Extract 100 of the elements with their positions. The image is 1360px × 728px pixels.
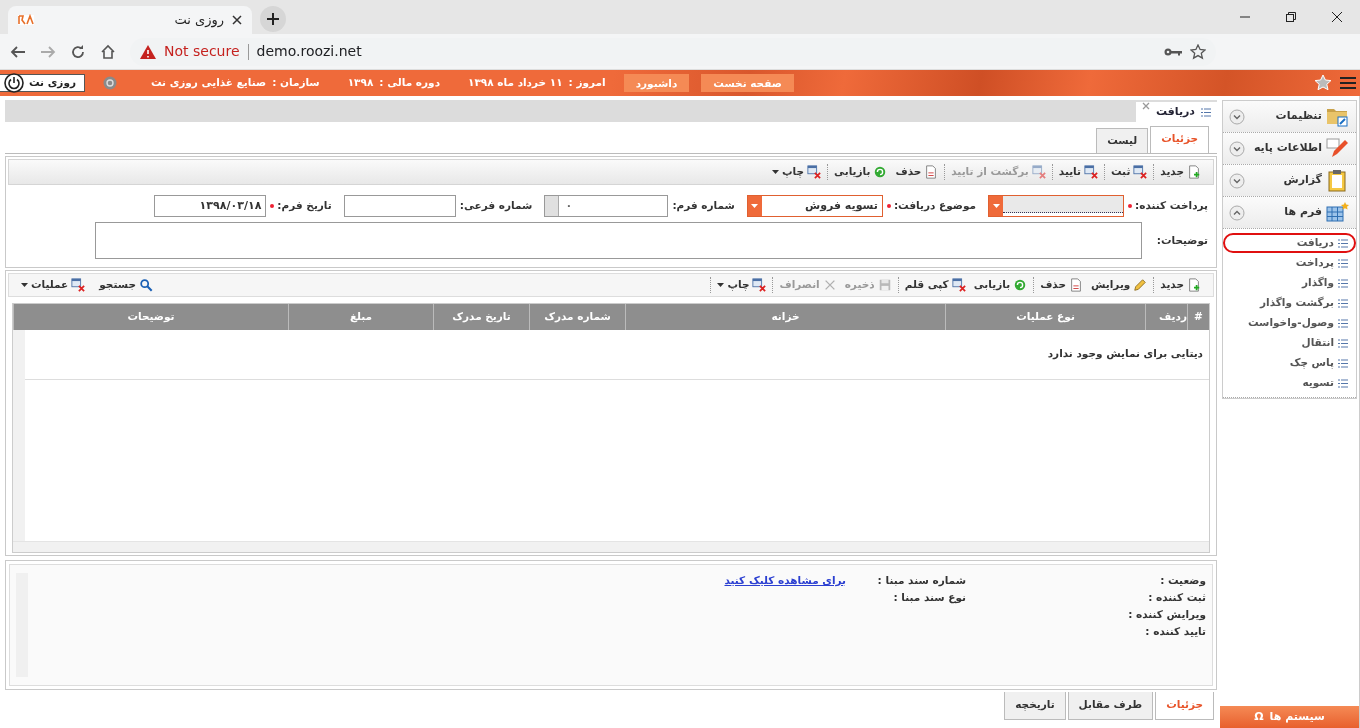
status-button[interactable] xyxy=(102,76,117,90)
close-icon xyxy=(1141,102,1150,110)
toolbar-button[interactable]: ثبت xyxy=(1111,164,1148,180)
menu-item[interactable]: تسویه xyxy=(1223,373,1356,393)
toolbar-button[interactable]: چاپ xyxy=(717,277,767,293)
field-label: تاریخ فرم: xyxy=(270,198,332,214)
list-icon xyxy=(1338,318,1348,328)
scrollbar[interactable] xyxy=(13,330,25,541)
toolbar-button[interactable]: ویرایش xyxy=(1090,277,1148,293)
date-field[interactable]: ۱۳۹۸/۰۳/۱۸ xyxy=(154,195,267,217)
toolbar-button[interactable]: تایید xyxy=(1058,164,1098,180)
window-icon xyxy=(1031,165,1046,179)
window-icon xyxy=(1133,165,1148,179)
home-button[interactable] xyxy=(100,43,116,60)
list-icon xyxy=(1338,338,1348,348)
field-label: شماره فرم: xyxy=(672,198,735,214)
star-icon xyxy=(1314,74,1332,92)
dropdown-field[interactable]: تسویه فروش xyxy=(746,195,883,217)
reload-button[interactable] xyxy=(70,43,86,60)
key-icon xyxy=(1164,46,1182,57)
accordion-header[interactable]: گزارش xyxy=(1223,165,1356,197)
refresh-icon xyxy=(1013,278,1028,292)
info-label: وضعیت : xyxy=(1159,573,1206,587)
forward-arrow-icon xyxy=(40,43,56,60)
tab[interactable]: جزئیات xyxy=(1150,126,1209,153)
input-field[interactable] xyxy=(343,195,456,217)
info-label: سازمان : xyxy=(272,75,320,91)
page-icon xyxy=(1068,278,1083,292)
menu-button[interactable] xyxy=(1340,76,1356,90)
toolbar-button[interactable]: جدید xyxy=(1160,277,1201,293)
site-logo-icon xyxy=(18,14,34,26)
plus-icon xyxy=(266,12,280,26)
menu-item[interactable]: برگشت واگذار xyxy=(1223,293,1356,313)
dropdown-field[interactable] xyxy=(988,195,1125,217)
home-icon xyxy=(100,43,116,60)
toolbar-button[interactable]: بازیابی xyxy=(973,277,1028,293)
warning-icon xyxy=(140,44,156,59)
tab[interactable]: طرف مقابل xyxy=(1067,692,1154,720)
toolbar-button[interactable]: چاپ xyxy=(772,164,822,180)
reload-icon xyxy=(70,43,86,60)
scrollbar[interactable] xyxy=(13,541,1209,552)
info-label: نوع سند مبنا : xyxy=(892,590,966,604)
empty-message: دیتایی برای نمایش وجود ندارد xyxy=(25,330,1209,380)
toolbar-button[interactable]: بازیابی xyxy=(834,164,888,180)
toolbar-button[interactable]: عملیات xyxy=(21,277,86,293)
accordion-header[interactable]: فرم ها xyxy=(1223,197,1356,229)
window-icon xyxy=(807,165,822,179)
close-tab-button[interactable] xyxy=(232,15,242,25)
accordion-header[interactable]: تنظیمات xyxy=(1223,101,1356,133)
menu-item[interactable]: پرداخت xyxy=(1223,253,1356,273)
toolbar-button[interactable]: حذف xyxy=(895,164,939,180)
tab-title: روزی نت xyxy=(174,11,224,30)
tab[interactable]: تاریخچه xyxy=(1004,692,1066,720)
field-label: پرداخت کننده: xyxy=(1128,198,1208,214)
star-outline-icon xyxy=(1190,43,1206,60)
number-field[interactable]: ۰ xyxy=(544,195,669,217)
caret-icon xyxy=(772,170,779,174)
browser-tab[interactable]: روزی نت xyxy=(8,6,252,34)
menu-item[interactable]: پاس چک xyxy=(1223,353,1356,373)
list-icon xyxy=(1201,107,1211,117)
info-label: دوره مالی : xyxy=(379,75,441,91)
document-tab[interactable]: دریافت xyxy=(1135,102,1217,122)
document-tab-title: دریافت xyxy=(1155,103,1195,120)
close-icon xyxy=(1331,11,1343,23)
back-button[interactable] xyxy=(10,43,26,60)
menu-icon xyxy=(1340,76,1356,90)
forward-button[interactable] xyxy=(40,43,56,60)
toolbar-button[interactable]: حذف xyxy=(1040,277,1083,293)
info-link[interactable]: برای مشاهده کلیک کنید xyxy=(724,573,846,589)
list-icon xyxy=(1338,278,1348,288)
table-star-icon xyxy=(1326,200,1350,225)
window-icon xyxy=(752,278,767,292)
menu-item[interactable]: دریافت xyxy=(1223,233,1356,253)
toolbar-button[interactable]: جستجو xyxy=(99,277,153,293)
new-tab-button[interactable] xyxy=(260,6,286,32)
menu-item[interactable]: وصول-واخواست xyxy=(1223,313,1356,333)
toolbar-button[interactable]: جدید xyxy=(1160,164,1201,180)
toolbar-button[interactable]: کپی قلم xyxy=(904,277,966,293)
tab[interactable]: جزئیات xyxy=(1155,692,1214,720)
list-icon xyxy=(1338,238,1348,248)
accordion-header[interactable]: اطلاعات پایه xyxy=(1223,133,1356,165)
info-label: ویرایش کننده : xyxy=(1127,607,1206,621)
list-icon xyxy=(1338,378,1348,388)
tab[interactable]: لیست xyxy=(1096,128,1149,153)
column-header: نوع عملیات xyxy=(945,304,1145,330)
info-value: ۱۳۹۸ xyxy=(347,75,374,91)
caret-icon xyxy=(717,283,725,287)
column-header: خزانه xyxy=(625,304,945,330)
info-value: ۱۱ خرداد ماه ۱۳۹۸ xyxy=(468,75,563,91)
menu-item[interactable]: انتقال xyxy=(1223,333,1356,353)
close-button[interactable] xyxy=(1141,102,1150,110)
notes-field[interactable] xyxy=(95,222,1142,259)
page-plus-icon xyxy=(1187,165,1201,179)
window-icon xyxy=(1084,165,1098,179)
menu-item[interactable]: واگذار xyxy=(1223,273,1356,293)
field-label: شماره فرعی: xyxy=(459,198,533,214)
column-header: تاریخ مدرک xyxy=(433,304,529,330)
back-arrow-icon xyxy=(10,43,26,60)
page-plus-icon xyxy=(1187,278,1201,292)
caret-icon xyxy=(992,204,1000,208)
